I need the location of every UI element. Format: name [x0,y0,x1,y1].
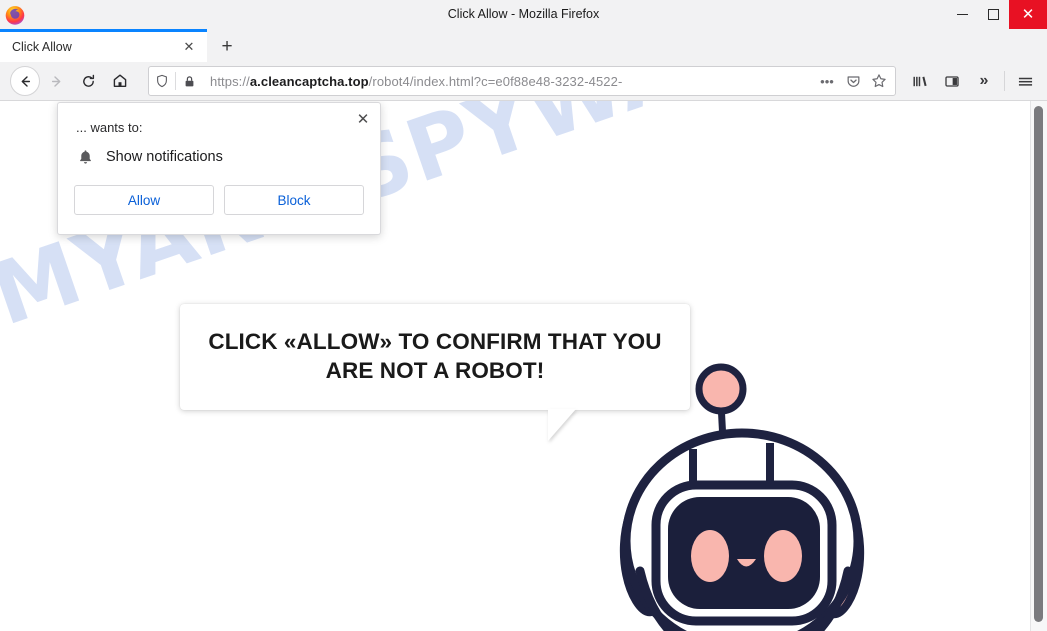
home-button[interactable] [104,65,136,97]
back-button[interactable] [10,66,40,96]
callout-bubble: CLICK «ALLOW» TO CONFIRM THAT YOU ARE NO… [180,304,690,410]
title-bar: Click Allow - Mozilla Firefox ✕ [0,0,1047,29]
window-title: Click Allow - Mozilla Firefox [447,7,600,21]
vertical-scrollbar[interactable] [1030,101,1047,631]
url-path: /robot4/index.html?c=e0f88e48-3232-4522- [368,73,623,89]
scrollbar-thumb[interactable] [1034,106,1043,622]
url-bar[interactable]: https://a.cleancaptcha.top/robot4/index.… [148,66,896,96]
url-scheme: https:// [210,73,250,89]
page-actions-button[interactable]: ••• [814,68,840,94]
sidebar-icon[interactable] [936,65,968,97]
minimize-icon [957,14,968,15]
toolbar-right-icons: » [904,65,1041,97]
arrow-left-icon [21,75,30,87]
window-controls: ✕ [947,0,1047,29]
navigation-toolbar: https://a.cleancaptcha.top/robot4/index.… [0,62,1047,101]
tab-strip: Click Allow ✕ + [0,29,1047,62]
reload-button[interactable] [72,65,104,97]
bell-icon [76,148,94,166]
callout-bubble-tail [548,409,576,441]
firefox-window: Click Allow - Mozilla Firefox ✕ Click Al… [0,0,1047,631]
lock-icon[interactable] [176,68,202,94]
tab-click-allow[interactable]: Click Allow ✕ [0,29,207,62]
block-button[interactable]: Block [224,185,364,215]
page-content: MYANTISPYWARE.COM CLICK «ALLOW» TO CONFI… [0,101,1047,631]
new-tab-button[interactable]: + [211,32,243,62]
reload-icon [82,74,94,87]
popup-permission-label: Show notifications [106,149,223,165]
notification-permission-popup: ✕ ... wants to: Show notifications Allow… [57,102,381,235]
allow-button[interactable]: Allow [74,185,214,215]
toolbar-divider [1004,71,1005,91]
arrow-right-icon [51,75,60,87]
minimize-button[interactable] [947,0,978,29]
firefox-logo-icon [4,4,26,26]
maximize-button[interactable] [978,0,1009,29]
home-icon [113,74,127,87]
close-icon: ✕ [1021,6,1035,23]
popup-origin-text: ... wants to: [76,120,143,135]
bookmark-star-icon[interactable] [866,68,892,94]
url-text[interactable]: https://a.cleancaptcha.top/robot4/index.… [202,74,814,89]
popup-buttons: Allow Block [74,185,364,215]
maximize-icon [988,9,999,20]
tab-label: Click Allow [12,40,72,54]
shield-icon[interactable] [149,68,175,94]
overflow-chevrons-icon[interactable]: » [968,65,1000,97]
forward-button[interactable] [40,65,72,97]
url-actions: ••• [814,68,895,94]
url-host: a.cleancaptcha.top [249,73,369,89]
popup-close-icon[interactable]: ✕ [353,109,373,129]
popup-permission-row: Show notifications [76,148,380,166]
tab-close-icon[interactable]: ✕ [177,35,201,59]
close-window-button[interactable]: ✕ [1009,0,1047,29]
callout-text: CLICK «ALLOW» TO CONFIRM THAT YOU ARE NO… [208,329,662,383]
library-icon[interactable] [904,65,936,97]
pocket-icon[interactable] [840,68,866,94]
hamburger-menu-icon[interactable] [1009,65,1041,97]
